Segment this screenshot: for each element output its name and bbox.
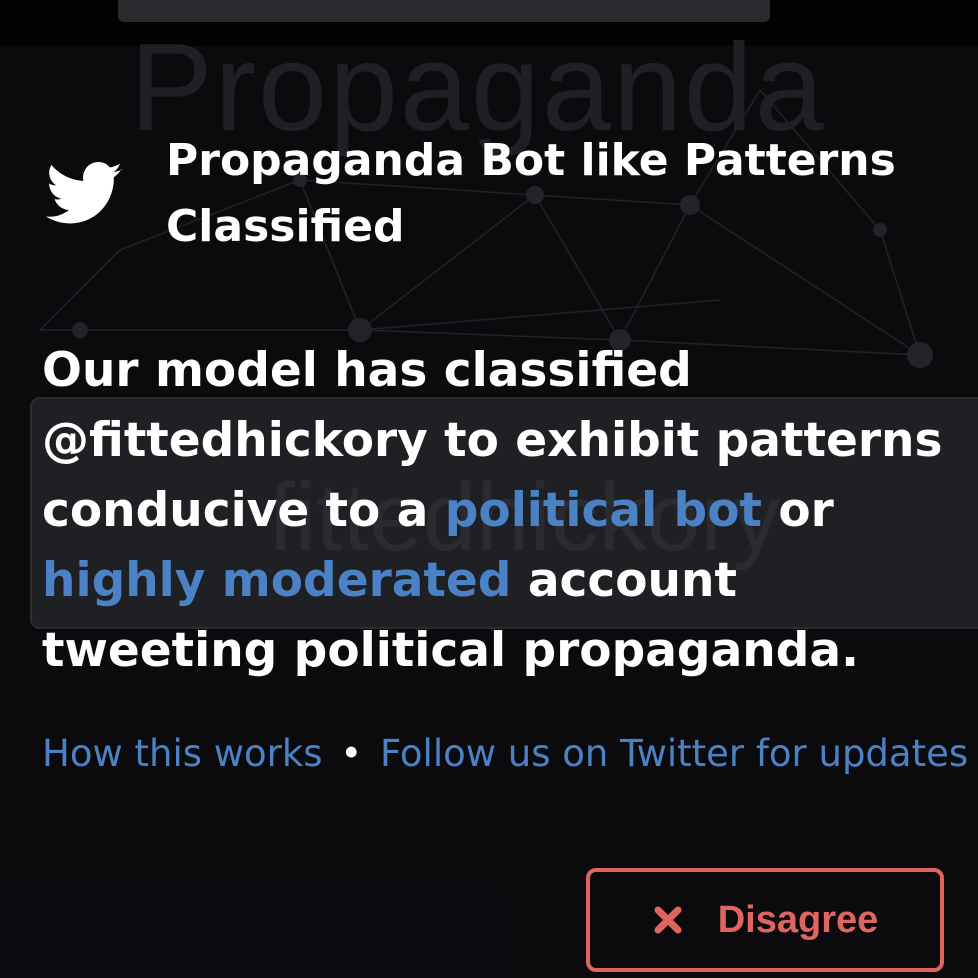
message-text-2: or bbox=[761, 483, 834, 538]
dialog-title: Propaganda Bot like Patterns Classified bbox=[166, 135, 896, 252]
disagree-button[interactable]: Disagree bbox=[586, 868, 944, 972]
dialog-header: Propaganda Bot like Patterns Classified bbox=[46, 128, 946, 260]
close-icon bbox=[654, 906, 682, 934]
classification-message: Our model has classified @fittedhickory … bbox=[42, 336, 962, 686]
footer-links: How this works • Follow us on Twitter fo… bbox=[42, 728, 972, 780]
how-this-works-link[interactable]: How this works bbox=[42, 732, 323, 775]
twitter-icon bbox=[46, 162, 123, 224]
screen: Propaganda fittedhickory Propaganda Bot … bbox=[0, 0, 978, 978]
disagree-label: Disagree bbox=[717, 898, 879, 941]
political-bot-link[interactable]: political bot bbox=[445, 483, 762, 538]
separator-dot: • bbox=[340, 732, 363, 775]
highly-moderated-link[interactable]: highly moderated bbox=[42, 553, 511, 608]
follow-twitter-link[interactable]: Follow us on Twitter for updates bbox=[380, 732, 968, 775]
